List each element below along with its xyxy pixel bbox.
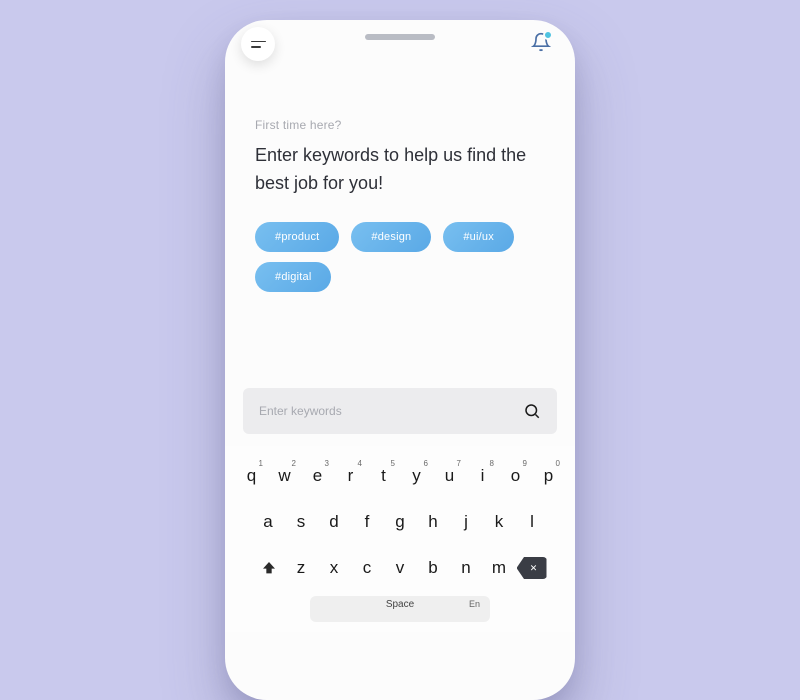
search-field[interactable] bbox=[243, 388, 557, 434]
content-area: First time here? Enter keywords to help … bbox=[225, 60, 575, 292]
notification-button[interactable] bbox=[531, 32, 551, 57]
search-icon bbox=[523, 402, 541, 420]
key-i[interactable]: i8 bbox=[466, 458, 499, 494]
tag-list: #product #design #ui/ux #digital bbox=[255, 222, 545, 292]
search-container bbox=[243, 388, 557, 434]
key-z[interactable]: z bbox=[285, 550, 318, 586]
key-w[interactable]: w2 bbox=[268, 458, 301, 494]
key-a[interactable]: a bbox=[252, 504, 285, 540]
menu-button[interactable] bbox=[241, 27, 275, 61]
backspace-key[interactable] bbox=[516, 550, 548, 586]
key-u[interactable]: u7 bbox=[433, 458, 466, 494]
key-q[interactable]: q1 bbox=[235, 458, 268, 494]
key-o[interactable]: o9 bbox=[499, 458, 532, 494]
key-g[interactable]: g bbox=[384, 504, 417, 540]
keyboard-row-3: zxcvbnm bbox=[235, 550, 565, 586]
keyboard: q1w2e3r4t5y6u7i8o9p0 asdfghjkl zxcvbnm S… bbox=[225, 446, 575, 632]
phone-frame: First time here? Enter keywords to help … bbox=[225, 20, 575, 700]
tag-chip[interactable]: #ui/ux bbox=[443, 222, 514, 252]
search-submit[interactable] bbox=[523, 402, 541, 420]
key-x[interactable]: x bbox=[318, 550, 351, 586]
tag-chip[interactable]: #digital bbox=[255, 262, 331, 292]
key-n[interactable]: n bbox=[450, 550, 483, 586]
key-y[interactable]: y6 bbox=[400, 458, 433, 494]
subtitle-text: First time here? bbox=[255, 118, 545, 132]
search-input[interactable] bbox=[259, 404, 523, 418]
shift-icon bbox=[261, 560, 277, 576]
keyboard-row-2: asdfghjkl bbox=[235, 504, 565, 540]
key-m[interactable]: m bbox=[483, 550, 516, 586]
key-r[interactable]: r4 bbox=[334, 458, 367, 494]
backspace-icon bbox=[517, 557, 547, 579]
key-v[interactable]: v bbox=[384, 550, 417, 586]
key-p[interactable]: p0 bbox=[532, 458, 565, 494]
speaker-notch bbox=[365, 34, 435, 40]
notification-dot bbox=[543, 30, 553, 40]
key-k[interactable]: k bbox=[483, 504, 516, 540]
shift-key[interactable] bbox=[253, 550, 285, 586]
key-e[interactable]: e3 bbox=[301, 458, 334, 494]
title-text: Enter keywords to help us find the best … bbox=[255, 142, 545, 198]
space-label: Space bbox=[386, 599, 414, 610]
keyboard-row-1: q1w2e3r4t5y6u7i8o9p0 bbox=[235, 458, 565, 494]
key-b[interactable]: b bbox=[417, 550, 450, 586]
key-l[interactable]: l bbox=[516, 504, 549, 540]
lang-label: En bbox=[469, 599, 480, 609]
key-d[interactable]: d bbox=[318, 504, 351, 540]
tag-chip[interactable]: #design bbox=[351, 222, 431, 252]
key-f[interactable]: f bbox=[351, 504, 384, 540]
key-c[interactable]: c bbox=[351, 550, 384, 586]
key-h[interactable]: h bbox=[417, 504, 450, 540]
key-j[interactable]: j bbox=[450, 504, 483, 540]
key-t[interactable]: t5 bbox=[367, 458, 400, 494]
status-bar bbox=[225, 20, 575, 60]
tag-chip[interactable]: #product bbox=[255, 222, 339, 252]
key-s[interactable]: s bbox=[285, 504, 318, 540]
